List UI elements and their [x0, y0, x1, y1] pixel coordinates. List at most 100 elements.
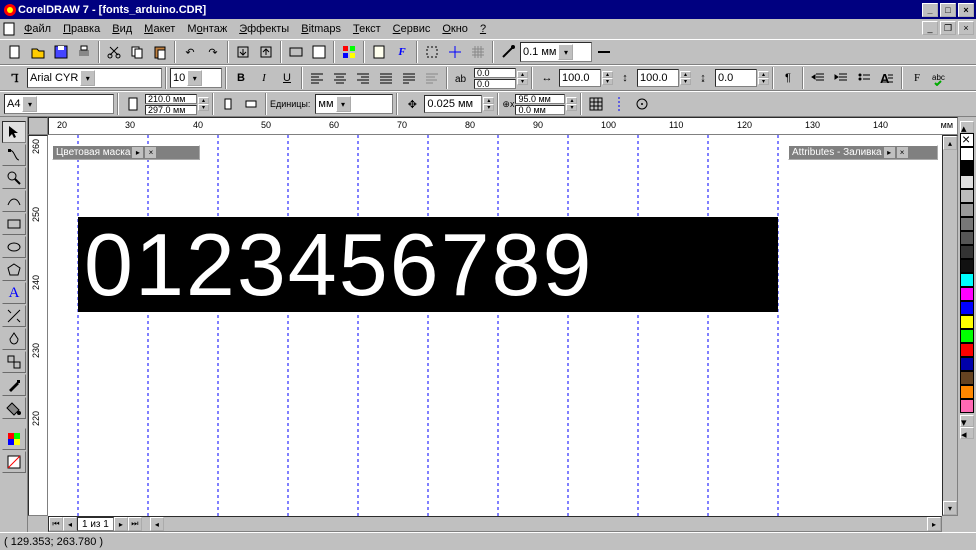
- zoom-tool[interactable]: [2, 167, 26, 189]
- no-color-well[interactable]: [2, 451, 26, 473]
- scripts-button[interactable]: [368, 41, 390, 63]
- scroll-left-button[interactable]: ◂: [150, 517, 164, 531]
- shape-tool[interactable]: [2, 144, 26, 166]
- bullets-button[interactable]: [853, 67, 875, 89]
- swatch[interactable]: [960, 259, 974, 273]
- menu-view[interactable]: Вид: [106, 21, 138, 37]
- nonprint-button[interactable]: ¶: [777, 67, 799, 89]
- underline-button[interactable]: U: [276, 67, 298, 89]
- swatch[interactable]: [960, 287, 974, 301]
- spell-button[interactable]: abc: [929, 67, 951, 89]
- vertical-scrollbar[interactable]: ▴ ▾: [942, 135, 958, 516]
- outline-width-combo[interactable]: 0.1 мм▾: [520, 42, 592, 62]
- menu-tools[interactable]: Сервис: [387, 21, 437, 37]
- canvas-text-object[interactable]: 0123456789: [78, 217, 778, 312]
- font-combo[interactable]: Arial CYR▾: [27, 68, 162, 88]
- menu-window[interactable]: Окно: [436, 21, 474, 37]
- swatch[interactable]: [960, 147, 974, 161]
- scroll-up-button[interactable]: ▴: [943, 136, 957, 150]
- vertical-ruler[interactable]: 260250240230220: [28, 135, 48, 516]
- page-height-input[interactable]: [145, 105, 197, 115]
- docker-close-icon[interactable]: ×: [897, 147, 908, 158]
- kern-2-input[interactable]: [474, 79, 516, 89]
- swatch-none[interactable]: [960, 133, 974, 147]
- redo-button[interactable]: ↷: [202, 41, 224, 63]
- color-dialog-button[interactable]: [2, 428, 26, 450]
- paste-button[interactable]: [149, 41, 171, 63]
- menu-effects[interactable]: Эффекты: [233, 21, 295, 37]
- swatch[interactable]: [960, 203, 974, 217]
- dup-y-input[interactable]: [515, 105, 565, 115]
- swatch[interactable]: [960, 315, 974, 329]
- scroll-right-button[interactable]: ▸: [927, 517, 941, 531]
- open-button[interactable]: [27, 41, 49, 63]
- align-left-button[interactable]: [306, 67, 328, 89]
- print-button[interactable]: [73, 41, 95, 63]
- swatch[interactable]: [960, 301, 974, 315]
- docker-flyout-icon[interactable]: ▸: [132, 147, 143, 158]
- swatch[interactable]: [960, 357, 974, 371]
- indent-dec-button[interactable]: [807, 67, 829, 89]
- fullscreen-button[interactable]: [308, 41, 330, 63]
- swatch[interactable]: [960, 399, 974, 413]
- page-format-combo[interactable]: A4▾: [4, 94, 114, 114]
- undo-button[interactable]: ↶: [179, 41, 201, 63]
- color-mask-docker[interactable]: Цветовая маска ▸ ×: [52, 145, 200, 160]
- snap-guide-toggle[interactable]: [608, 93, 630, 115]
- line-style-button[interactable]: [593, 41, 615, 63]
- snap-grid-toggle[interactable]: [585, 93, 607, 115]
- mdi-restore-button[interactable]: ❐: [940, 21, 956, 35]
- align-force-button[interactable]: [398, 67, 420, 89]
- align-right-button[interactable]: [352, 67, 374, 89]
- outline-tool[interactable]: [2, 374, 26, 396]
- ellipse-tool[interactable]: [2, 236, 26, 258]
- menu-bitmaps[interactable]: Bitmaps: [295, 21, 347, 37]
- kern-1-input[interactable]: [474, 68, 516, 78]
- rectangle-tool[interactable]: [2, 213, 26, 235]
- italic-button[interactable]: I: [253, 67, 275, 89]
- swatch[interactable]: [960, 385, 974, 399]
- next-page-button[interactable]: ▸: [114, 517, 128, 531]
- portrait-button[interactable]: [122, 93, 144, 115]
- swatch[interactable]: [960, 161, 974, 175]
- orient-portrait-button[interactable]: [217, 93, 239, 115]
- menu-arrange[interactable]: Монтаж: [181, 21, 233, 37]
- units-combo[interactable]: мм▾: [315, 94, 393, 114]
- guidelines-button[interactable]: [444, 41, 466, 63]
- docker-flyout-icon[interactable]: ▸: [884, 147, 895, 158]
- menu-file[interactable]: ФФайлайл: [18, 21, 57, 37]
- snap-button[interactable]: [421, 41, 443, 63]
- palette-flyout[interactable]: ◂: [960, 427, 974, 439]
- hscale-input[interactable]: [559, 69, 601, 87]
- last-page-button[interactable]: ⏭: [128, 517, 142, 531]
- font-size-combo[interactable]: 10▾: [170, 68, 222, 88]
- swatch[interactable]: [960, 189, 974, 203]
- snap-obj-toggle[interactable]: [631, 93, 653, 115]
- dropcap-button[interactable]: A: [876, 67, 898, 89]
- attributes-docker[interactable]: Attributes - Заливка ▸ ×: [788, 145, 938, 160]
- maximize-button[interactable]: □: [940, 3, 956, 17]
- close-button[interactable]: ×: [958, 3, 974, 17]
- menu-help[interactable]: ?: [474, 21, 492, 37]
- align-none-button[interactable]: [421, 67, 443, 89]
- outline-pen-button[interactable]: [497, 41, 519, 63]
- polygon-tool[interactable]: [2, 259, 26, 281]
- horizontal-ruler[interactable]: мм 2030405060708090100110120130140: [48, 117, 958, 135]
- first-page-button[interactable]: ⏮: [49, 517, 63, 531]
- swatch[interactable]: [960, 273, 974, 287]
- pick-tool[interactable]: [2, 121, 26, 143]
- palette-scroll-down[interactable]: ▾: [960, 415, 974, 427]
- baseline-input[interactable]: [715, 69, 757, 87]
- menu-text[interactable]: Текст: [347, 21, 387, 37]
- menu-layout[interactable]: Макет: [138, 21, 181, 37]
- swatch[interactable]: [960, 231, 974, 245]
- import-button[interactable]: [232, 41, 254, 63]
- prev-page-button[interactable]: ◂: [63, 517, 77, 531]
- interactive-transparency-tool[interactable]: [2, 328, 26, 350]
- menu-edit[interactable]: Правка: [57, 21, 106, 37]
- fill-tool[interactable]: [2, 397, 26, 419]
- docker-close-icon[interactable]: ×: [145, 147, 156, 158]
- nudge-input[interactable]: [424, 95, 482, 113]
- text-tool[interactable]: A: [2, 282, 26, 304]
- align-center-button[interactable]: [329, 67, 351, 89]
